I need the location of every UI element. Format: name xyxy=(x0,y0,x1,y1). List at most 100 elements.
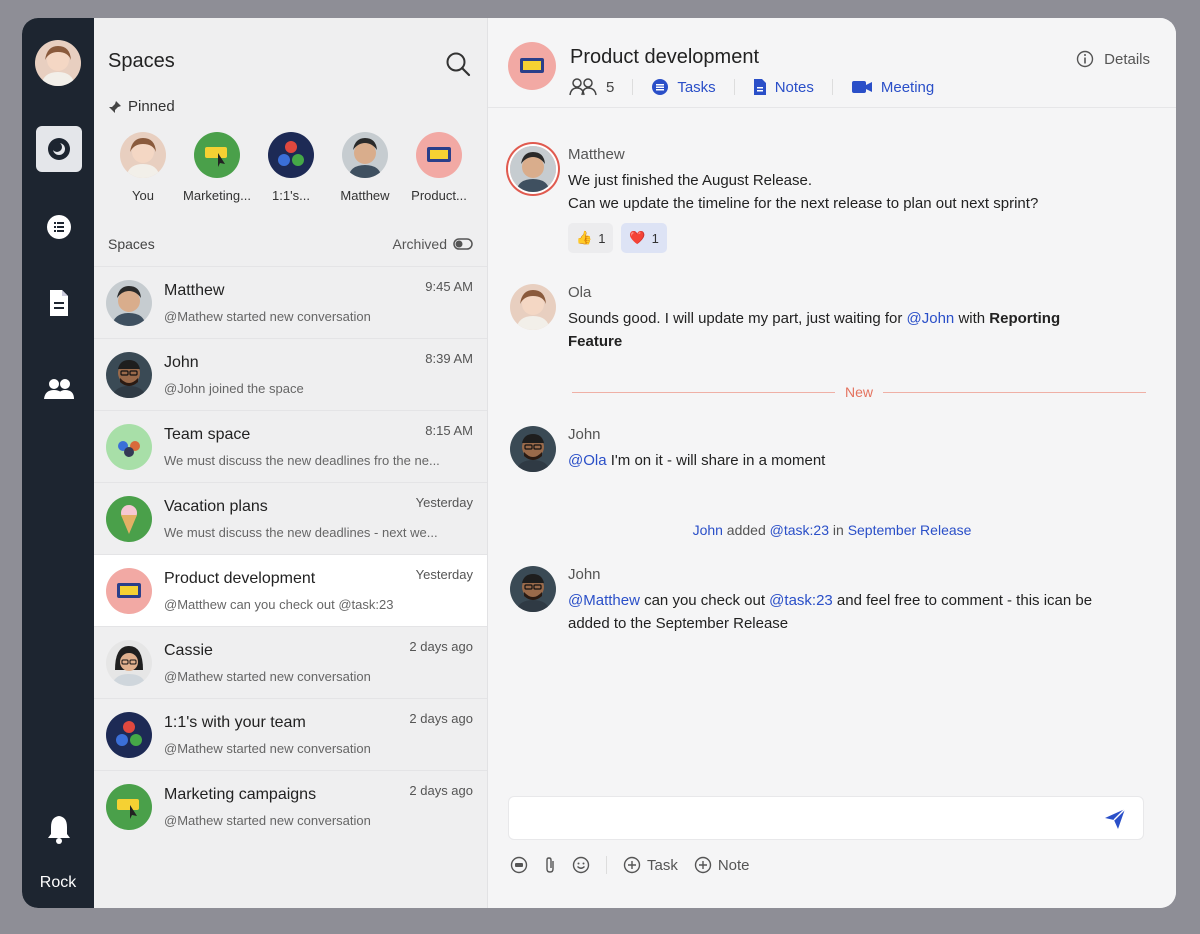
notes-document-icon[interactable] xyxy=(36,280,82,326)
avatar xyxy=(510,566,556,612)
space-preview: @John joined the space xyxy=(164,380,304,396)
message-text: Feature xyxy=(568,330,1146,353)
tool-label: Note xyxy=(717,856,750,874)
avatar xyxy=(268,132,314,178)
bold-text: Feature xyxy=(568,333,623,350)
emoji-button[interactable] xyxy=(572,856,590,874)
list-item[interactable]: Vacation plans We must discuss the new d… xyxy=(94,482,487,554)
team-people-icon[interactable] xyxy=(36,366,82,412)
space-avatar xyxy=(508,42,556,90)
add-task-button[interactable]: Task xyxy=(623,856,678,874)
tab-tasks[interactable]: Tasks xyxy=(651,78,716,96)
bell-icon[interactable] xyxy=(36,806,82,852)
pinned-item-matthew[interactable]: Matthew xyxy=(328,132,402,203)
space-preview: @Mathew started new conversation xyxy=(164,668,371,684)
message-text: Can we update the timeline for the next … xyxy=(568,195,1039,212)
pinned-item-you[interactable]: You xyxy=(106,132,180,203)
members-icon xyxy=(569,78,597,96)
tab-label: Meeting xyxy=(880,78,935,96)
mention-link[interactable]: John xyxy=(693,522,723,538)
avatar xyxy=(510,146,556,192)
avatar xyxy=(106,279,152,326)
reaction-count: 1 xyxy=(651,230,659,246)
space-preview: @Mathew started new conversation xyxy=(164,740,371,756)
task-link[interactable]: @task:23 xyxy=(769,592,833,609)
list-item[interactable]: Team space We must discuss the new deadl… xyxy=(94,410,487,482)
video-camera-icon xyxy=(851,81,872,93)
pinned-label-text: Pinned xyxy=(128,98,175,115)
heart-icon: ❤️ xyxy=(629,230,646,245)
app-window: Rock Spaces Pinned You Marketing... 1:1'… xyxy=(22,18,1176,908)
gif-button[interactable] xyxy=(510,856,528,874)
avatar xyxy=(194,132,240,178)
list-item[interactable]: Matthew @Mathew started new conversation… xyxy=(94,266,487,338)
list-item[interactable]: Cassie @Mathew started new conversation … xyxy=(94,626,487,698)
avatar xyxy=(510,426,556,472)
user-avatar[interactable] xyxy=(35,40,81,86)
details-button[interactable]: Details xyxy=(1076,50,1150,68)
space-time: 2 days ago xyxy=(409,783,473,798)
page-title: Product development xyxy=(570,46,760,68)
search-icon[interactable] xyxy=(444,50,472,78)
pinned-label: You xyxy=(132,188,154,203)
system-text: added xyxy=(722,522,770,538)
archived-toggle[interactable]: Archived xyxy=(393,236,473,252)
message-text: @Ola I'm on it - will share in a moment xyxy=(568,449,1146,472)
pinned-item-marketing[interactable]: Marketing... xyxy=(180,132,254,203)
message-author: Matthew xyxy=(568,146,625,163)
chat-panel: Product development 5 Tasks Notes Meetin… xyxy=(488,18,1176,908)
space-time: 8:39 AM xyxy=(425,351,473,366)
space-preview: We must discuss the new deadlines fro th… xyxy=(164,452,440,468)
message-author: Ola xyxy=(568,284,592,301)
members-button[interactable]: 5 xyxy=(568,78,614,96)
space-name: Matthew xyxy=(164,281,225,299)
reaction-thumbs-up[interactable]: 👍 1 xyxy=(568,223,614,253)
tasks-icon xyxy=(652,79,669,95)
mention-link[interactable]: @Ola xyxy=(568,452,607,469)
send-icon[interactable] xyxy=(1103,807,1127,831)
tasks-list-icon[interactable] xyxy=(36,204,82,250)
message-input[interactable] xyxy=(509,797,1069,839)
list-item[interactable]: 1:1's with your team @Mathew started new… xyxy=(94,698,487,770)
tab-meeting[interactable]: Meeting xyxy=(851,79,934,96)
space-preview: @Mathew started new conversation xyxy=(164,308,371,324)
add-note-button[interactable]: Note xyxy=(694,856,750,874)
space-time: 2 days ago xyxy=(409,711,473,726)
reaction-heart[interactable]: ❤️ 1 xyxy=(621,223,667,253)
list-item[interactable]: John @John joined the space 8:39 AM xyxy=(94,338,487,410)
composer-toolbar: Task Note xyxy=(510,856,766,874)
message: Matthew We just finished the August Rele… xyxy=(510,146,1146,253)
release-link[interactable]: September Release xyxy=(848,522,972,538)
section-label: Spaces xyxy=(108,236,155,252)
mention-link[interactable]: @Matthew xyxy=(568,592,640,609)
pinned-label: Product... xyxy=(411,188,467,203)
task-link[interactable]: @task:23 xyxy=(770,522,829,538)
avatar xyxy=(106,567,152,614)
message-author: John xyxy=(568,566,601,583)
new-messages-divider: New xyxy=(572,384,1147,400)
pinned-item-one-on-ones[interactable]: 1:1's... xyxy=(254,132,328,203)
spaces-list: Matthew @Mathew started new conversation… xyxy=(94,266,487,842)
mention-link[interactable]: @John xyxy=(907,310,955,327)
attach-button[interactable] xyxy=(544,856,556,874)
list-item[interactable]: Marketing campaigns @Mathew started new … xyxy=(94,770,487,842)
space-time: 9:45 AM xyxy=(425,279,473,294)
space-preview: We must discuss the new deadlines - next… xyxy=(164,524,438,540)
emoji-icon xyxy=(572,856,590,874)
paperclip-icon xyxy=(546,857,554,873)
chat-header: Product development 5 Tasks Notes Meetin… xyxy=(488,18,1176,108)
chat-bubble-icon[interactable] xyxy=(36,126,82,172)
tab-notes[interactable]: Notes xyxy=(753,78,814,96)
space-time: 8:15 AM xyxy=(425,423,473,438)
info-icon xyxy=(1076,50,1094,68)
avatar xyxy=(106,711,152,758)
message-text: added to the September Release xyxy=(568,615,789,632)
pinned-row: You Marketing... 1:1's... Matthew Produc… xyxy=(106,132,476,203)
member-count: 5 xyxy=(606,78,615,96)
gif-icon xyxy=(510,856,528,874)
message-text-part: and feel free to comment - this ican be xyxy=(832,592,1093,609)
pinned-item-product[interactable]: Product... xyxy=(402,132,476,203)
message-text-part: I'm on it - will share in a moment xyxy=(606,452,826,469)
list-item[interactable]: Product development @Matthew can you che… xyxy=(94,554,487,626)
space-name: John xyxy=(164,353,199,371)
